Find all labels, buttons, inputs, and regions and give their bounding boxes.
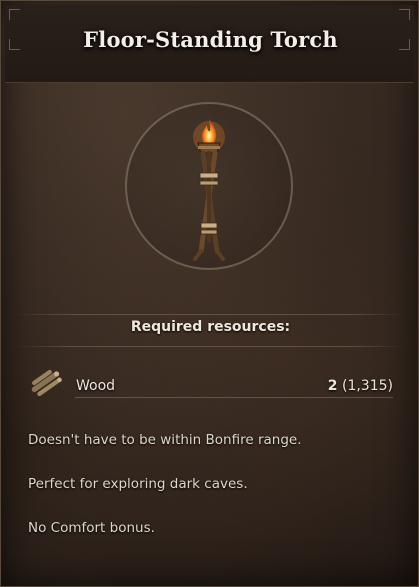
required-resources-label: Required resources: bbox=[130, 319, 291, 335]
resource-owned-count: (1,315) bbox=[341, 378, 393, 394]
corner-ornament bbox=[399, 9, 410, 20]
description-line: Doesn't have to be within Bonfire range. bbox=[28, 432, 302, 448]
description-line: No Comfort bonus. bbox=[28, 520, 155, 536]
resource-amount: 2 (1,315) bbox=[328, 378, 393, 394]
corner-ornament bbox=[9, 9, 20, 20]
divider bbox=[15, 346, 406, 347]
divider bbox=[15, 314, 406, 315]
torch-icon bbox=[193, 119, 225, 261]
resource-underline bbox=[75, 397, 393, 398]
wood-icon bbox=[31, 369, 62, 397]
build-tooltip-panel: Floor-Standing Torch Required resources:… bbox=[0, 0, 419, 587]
resource-required-count: 2 bbox=[327, 378, 338, 394]
description-line: Perfect for exploring dark caves. bbox=[28, 476, 248, 492]
resource-row-wood: Wood 2 (1,315) bbox=[27, 365, 395, 405]
item-title: Floor-Standing Torch bbox=[83, 27, 338, 52]
resource-name: Wood bbox=[76, 378, 116, 394]
